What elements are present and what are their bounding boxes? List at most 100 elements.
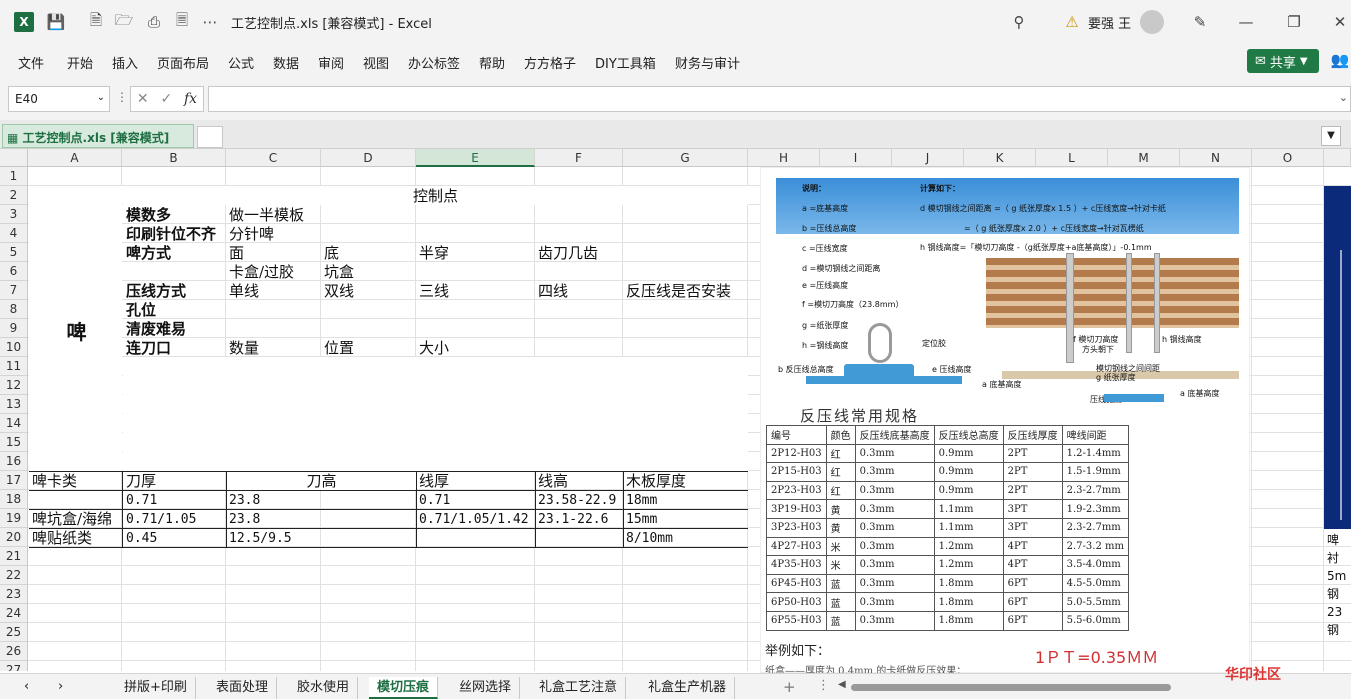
column-header-k[interactable]: K bbox=[964, 149, 1036, 167]
menu-insert[interactable]: 插入 bbox=[112, 53, 138, 72]
menu-fangfang[interactable]: 方方格子 bbox=[524, 53, 576, 72]
row-header-1[interactable]: 1 bbox=[0, 167, 28, 186]
cell-b7[interactable]: 压线方式 bbox=[124, 282, 186, 301]
menu-diy-tools[interactable]: DIY工具箱 bbox=[595, 53, 656, 72]
column-header-h[interactable]: H bbox=[748, 149, 820, 167]
cell-c7[interactable]: 单线 bbox=[227, 282, 259, 301]
cell-e19[interactable]: 0.71/1.05/1.42 bbox=[417, 510, 535, 529]
cell-g20[interactable]: 8/10mm bbox=[624, 529, 673, 548]
sheet-tab[interactable]: 模切压痕 bbox=[369, 677, 439, 699]
row-header-4[interactable]: 4 bbox=[0, 224, 28, 243]
row-header-12[interactable]: 12 bbox=[0, 376, 28, 395]
more-icon[interactable]: ⋯ bbox=[200, 12, 220, 32]
row-header-5[interactable]: 5 bbox=[0, 243, 28, 262]
select-all-corner[interactable] bbox=[0, 149, 28, 167]
expand-formula-icon[interactable]: ⌄ bbox=[1339, 91, 1348, 104]
cell-g7[interactable]: 反压线是否安装 bbox=[624, 282, 731, 301]
row-header-16[interactable]: 16 bbox=[0, 452, 28, 471]
next-sheet-icon[interactable]: › bbox=[58, 679, 63, 694]
menu-help[interactable]: 帮助 bbox=[479, 53, 505, 72]
column-header-n[interactable]: N bbox=[1180, 149, 1252, 167]
row-header-22[interactable]: 22 bbox=[0, 566, 28, 585]
cell-d10[interactable]: 位置 bbox=[322, 339, 354, 358]
prev-sheet-icon[interactable]: ‹ bbox=[24, 679, 29, 694]
sheet-tab[interactable]: 胶水使用 bbox=[289, 677, 359, 699]
scroll-left-icon[interactable]: ◀ bbox=[838, 679, 846, 690]
column-header-f[interactable]: F bbox=[535, 149, 623, 167]
row-header-19[interactable]: 19 bbox=[0, 509, 28, 528]
cell-b20[interactable]: 0.45 bbox=[124, 529, 157, 548]
workbook-tab[interactable]: ▦ 工艺控制点.xls [兼容模式] ✕ bbox=[2, 124, 194, 160]
column-header-o[interactable]: O bbox=[1252, 149, 1324, 167]
document-search-icon[interactable]: 🗏 bbox=[172, 11, 192, 32]
cell-b17[interactable]: 刀厚 bbox=[124, 472, 156, 491]
pen-icon[interactable]: ✎ bbox=[1190, 12, 1210, 32]
column-header-c[interactable]: C bbox=[226, 149, 321, 167]
minimize-icon[interactable]: — bbox=[1236, 12, 1256, 32]
horizontal-scrollbar[interactable] bbox=[851, 684, 1171, 691]
cell-a19[interactable]: 啤坑盒/海绵 bbox=[30, 510, 122, 529]
cell-b3[interactable]: 模数多 bbox=[124, 206, 171, 225]
cell-b4[interactable]: 印刷针位不齐 bbox=[124, 225, 216, 244]
row-header-6[interactable]: 6 bbox=[0, 262, 28, 281]
menu-formulas[interactable]: 公式 bbox=[228, 53, 254, 72]
cell-f17[interactable]: 线高 bbox=[536, 472, 568, 491]
column-header-g[interactable]: G bbox=[623, 149, 748, 167]
avatar[interactable] bbox=[1140, 10, 1164, 34]
sheet-tab[interactable]: 礼盒生产机器 bbox=[640, 677, 736, 699]
open-folder-icon[interactable]: 🗁 bbox=[114, 11, 134, 32]
cell-e18[interactable]: 0.71 bbox=[417, 491, 450, 510]
row-header-7[interactable]: 7 bbox=[0, 281, 28, 300]
column-header-l[interactable]: L bbox=[1036, 149, 1108, 167]
menu-office-tab[interactable]: 办公标签 bbox=[408, 53, 460, 72]
cell-f5[interactable]: 齿刀几齿 bbox=[536, 244, 598, 263]
cell-a-merged[interactable]: 啤 bbox=[29, 320, 122, 344]
new-workbook-tab[interactable] bbox=[197, 126, 223, 148]
row-header-13[interactable]: 13 bbox=[0, 395, 28, 414]
column-header-a[interactable]: A bbox=[28, 149, 122, 167]
cell-d7[interactable]: 双线 bbox=[322, 282, 354, 301]
column-header-b[interactable]: B bbox=[122, 149, 226, 167]
cell-a17[interactable]: 啤卡类 bbox=[30, 472, 77, 491]
column-header-i[interactable]: I bbox=[820, 149, 892, 167]
sheet-tab[interactable]: 丝网选择 bbox=[451, 677, 521, 699]
cell-e7[interactable]: 三线 bbox=[417, 282, 449, 301]
new-file-icon[interactable]: 🗎 bbox=[86, 11, 106, 32]
cell-c6[interactable]: 卡盒/过胶 bbox=[227, 263, 294, 282]
row-header-20[interactable]: 20 bbox=[0, 528, 28, 547]
cell-c17[interactable]: 刀高 bbox=[227, 472, 416, 491]
search-icon[interactable]: ⚲ bbox=[1009, 12, 1029, 32]
cell-g17[interactable]: 木板厚度 bbox=[624, 472, 686, 491]
menu-home[interactable]: 开始 bbox=[67, 53, 93, 72]
save-icon[interactable]: 💾 bbox=[46, 12, 66, 32]
cell-c19[interactable]: 23.8 bbox=[227, 510, 260, 529]
cell-c4[interactable]: 分针啤 bbox=[227, 225, 274, 244]
cell-e5[interactable]: 半穿 bbox=[417, 244, 449, 263]
cell-b10[interactable]: 连刀口 bbox=[124, 339, 171, 358]
menu-view[interactable]: 视图 bbox=[363, 53, 389, 72]
menu-review[interactable]: 审阅 bbox=[318, 53, 344, 72]
cell-c20[interactable]: 12.5/9.5 bbox=[227, 529, 292, 548]
share-button[interactable]: ✉ 共享 ▼ bbox=[1247, 49, 1319, 73]
confirm-icon[interactable]: ✓ bbox=[160, 91, 172, 107]
column-header-d[interactable]: D bbox=[321, 149, 416, 167]
formula-input[interactable]: ⌄ bbox=[208, 86, 1351, 112]
row-header-24[interactable]: 24 bbox=[0, 604, 28, 623]
cell-d5[interactable]: 底 bbox=[322, 244, 339, 263]
insert-function-button[interactable]: fx bbox=[184, 91, 197, 107]
row-header-18[interactable]: 18 bbox=[0, 490, 28, 509]
add-sheet-icon[interactable]: + bbox=[783, 678, 796, 696]
close-icon[interactable]: ✕ bbox=[1330, 12, 1350, 32]
column-header-j[interactable]: J bbox=[892, 149, 964, 167]
cell-c18[interactable]: 23.8 bbox=[227, 491, 260, 510]
cell-g18[interactable]: 18mm bbox=[624, 491, 657, 510]
name-box[interactable]: E40 ⌄ bbox=[8, 86, 110, 112]
sheet-tab[interactable]: 拼版+印刷 bbox=[116, 677, 196, 699]
warning-icon[interactable]: ⚠ bbox=[1062, 12, 1082, 32]
row-header-26[interactable]: 26 bbox=[0, 642, 28, 661]
cell-b8[interactable]: 孔位 bbox=[124, 301, 156, 320]
restore-icon[interactable]: ❐ bbox=[1284, 12, 1304, 32]
cell-e10[interactable]: 大小 bbox=[417, 339, 449, 358]
cell-f7[interactable]: 四线 bbox=[536, 282, 568, 301]
row-header-25[interactable]: 25 bbox=[0, 623, 28, 642]
